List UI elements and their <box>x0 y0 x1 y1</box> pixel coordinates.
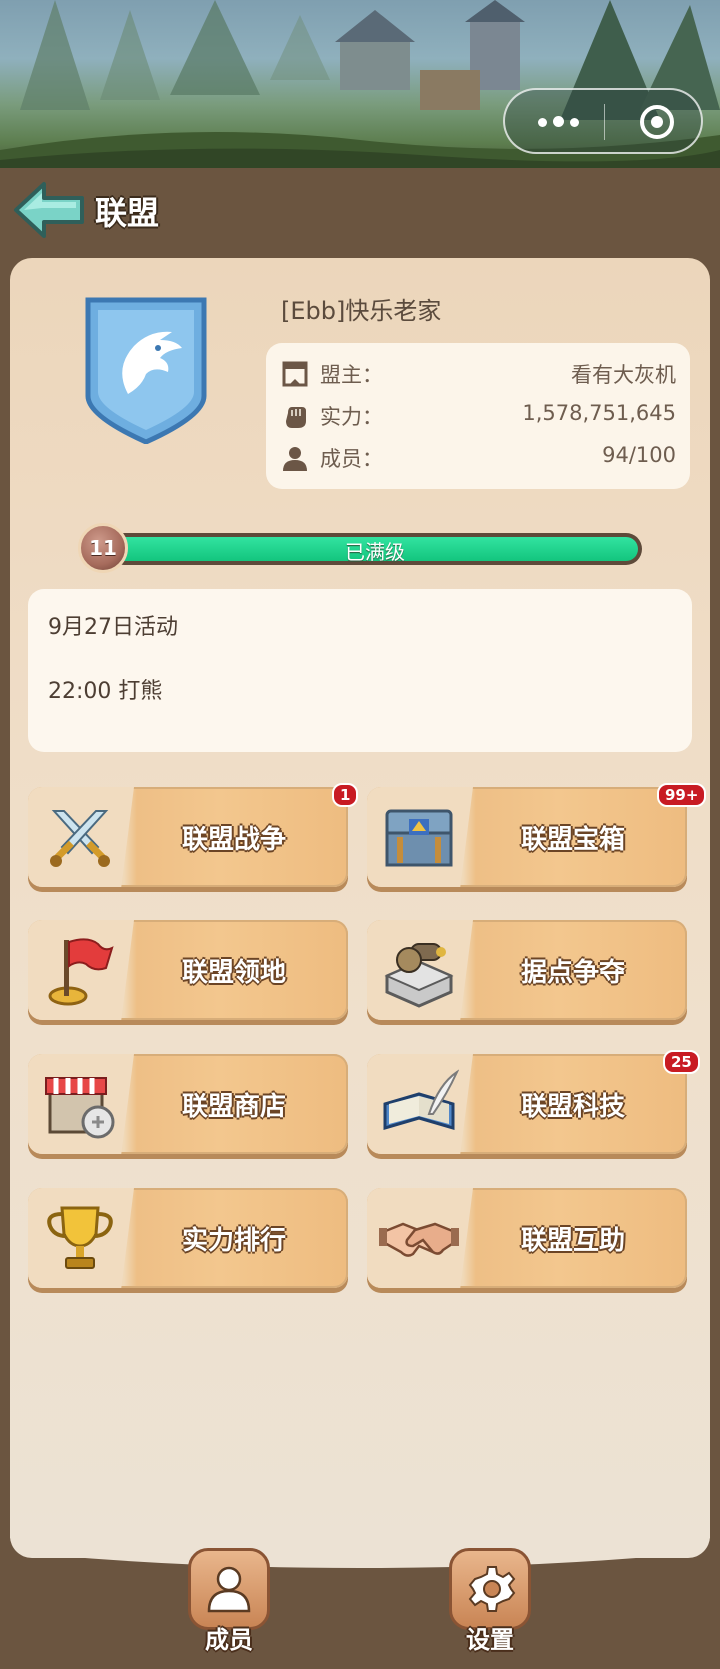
members-label: 成员： <box>320 447 383 471</box>
member-person-icon <box>207 1566 251 1613</box>
stronghold-capture-label: 据点争夺 <box>520 958 625 988</box>
handshake-icon <box>379 1222 459 1257</box>
alliance-tech-label: 联盟科技 <box>520 1092 625 1122</box>
leader-label: 盟主： <box>320 363 383 387</box>
alliance-chest-label: 联盟宝箱 <box>520 825 625 855</box>
power-label: 实力： <box>320 405 383 429</box>
alliance-war-button[interactable]: 联盟战争 1 <box>28 783 359 891</box>
alliance-territory-label: 联盟领地 <box>181 958 286 988</box>
treasure-chest-icon <box>385 809 453 867</box>
leader-value: 看有大灰机 <box>571 363 676 387</box>
notification-badge: 99+ <box>657 783 707 807</box>
level-status: 已满级 <box>345 540 405 564</box>
settings-nav-button[interactable]: 设置 <box>445 1548 535 1658</box>
fist-icon <box>286 407 306 428</box>
power-value: 1,578,751,645 <box>522 401 676 425</box>
alliance-shop-label: 联盟商店 <box>181 1092 286 1122</box>
alliance-shield-emblem <box>85 297 207 444</box>
members-nav-button[interactable]: 成员 <box>184 1548 274 1658</box>
members-nav-frame <box>188 1548 270 1630</box>
alliance-help-label: 联盟互助 <box>520 1226 625 1256</box>
members-icon <box>283 447 307 471</box>
mini-program-capsule <box>503 88 703 154</box>
members-nav-label: 成员 <box>205 1626 253 1654</box>
settings-nav-frame <box>449 1548 531 1630</box>
level-badge: 11 <box>78 523 128 573</box>
notice-line-1: 9月27日活动 <box>48 615 178 640</box>
cannon-tower-icon <box>384 943 454 1008</box>
more-options-icon[interactable] <box>535 112 585 132</box>
crossed-swords-icon <box>50 810 110 867</box>
power-ranking-label: 实力排行 <box>181 1226 286 1256</box>
alliance-notice: 9月27日活动 22:00 打熊 <box>28 589 692 752</box>
page-title: 联盟 <box>95 194 160 232</box>
power-row: 实力： 1,578,751,645 <box>280 399 676 433</box>
members-row: 成员： 94/100 <box>280 441 676 475</box>
header-bar: 联盟 <box>0 168 720 254</box>
notification-badge: 1 <box>332 783 359 807</box>
trophy-icon <box>47 1206 113 1269</box>
settings-nav-label: 设置 <box>466 1626 514 1654</box>
alliance-shop-button[interactable]: 联盟商店 <box>28 1054 348 1158</box>
power-ranking-button[interactable]: 实力排行 <box>28 1188 348 1292</box>
stronghold-capture-button[interactable]: 据点争夺 <box>367 920 687 1024</box>
leader-row: 盟主： 看有大灰机 <box>280 357 676 391</box>
banner-icon <box>282 361 308 387</box>
notification-badge: 25 <box>663 1050 700 1074</box>
close-target-icon[interactable] <box>639 104 675 140</box>
back-arrow-icon[interactable] <box>12 180 86 240</box>
alliance-war-label: 联盟战争 <box>181 825 286 855</box>
alliance-chest-button[interactable]: 联盟宝箱 99+ <box>367 783 707 891</box>
alliance-help-button[interactable]: 联盟互助 <box>367 1188 687 1292</box>
capsule-divider <box>604 104 605 140</box>
members-value: 94/100 <box>602 443 676 467</box>
scenery-banner <box>0 0 720 168</box>
gear-icon <box>468 1566 516 1612</box>
panel-bottom-edge <box>10 1530 710 1568</box>
alliance-name: [Ebb]快乐老家 <box>281 297 442 325</box>
book-quill-icon <box>383 1069 459 1131</box>
notice-line-2: 22:00 打熊 <box>48 679 163 704</box>
shop-icon <box>45 1077 115 1139</box>
flag-icon <box>48 938 114 1006</box>
alliance-info-card: 盟主： 看有大灰机 实力： 1,578,751,645 成员： 94/100 <box>266 343 690 489</box>
level-number: 11 <box>89 536 117 560</box>
alliance-territory-button[interactable]: 联盟领地 <box>28 920 348 1024</box>
alliance-tech-button[interactable]: 联盟科技 25 <box>367 1050 700 1158</box>
level-progress-bar: 已满级 <box>108 533 642 565</box>
